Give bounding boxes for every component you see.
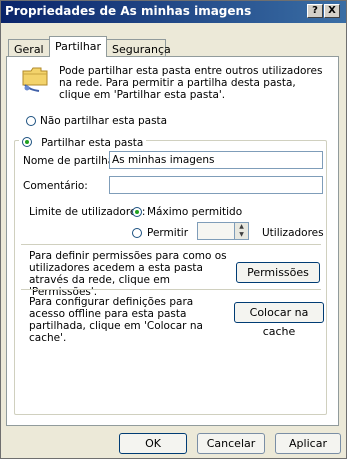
comment-field[interactable] — [109, 176, 323, 194]
window-title: Propriedades de As minhas imagens — [5, 4, 252, 18]
allow-label[interactable]: Permitir — [147, 227, 188, 239]
spin-down-icon[interactable]: ▼ — [235, 231, 248, 239]
spin-up-icon[interactable]: ▲ — [235, 223, 248, 231]
offline-text: Para configurar definições para acesso o… — [29, 296, 203, 344]
close-button[interactable]: X — [324, 4, 340, 18]
max-allowed-radio[interactable] — [132, 207, 142, 217]
cache-button[interactable]: Colocar na cache — [234, 302, 324, 338]
title-bar[interactable]: Propriedades de As minhas imagens ? X — [1, 1, 346, 23]
tab-partilhar[interactable]: Partilhar — [49, 36, 107, 57]
share-radio-wrap: Partilhar esta pasta — [19, 131, 147, 149]
share-radio[interactable] — [22, 137, 32, 147]
max-allowed-label[interactable]: Máximo permitido — [147, 206, 242, 218]
tab-seguranca[interactable]: Segurança — [106, 39, 171, 57]
help-button[interactable]: ? — [307, 4, 323, 18]
apply-button[interactable]: Aplicar — [275, 433, 341, 454]
not-share-radio[interactable] — [26, 116, 36, 126]
share-name-field[interactable]: As minhas imagens — [109, 151, 323, 169]
allow-radio[interactable] — [132, 228, 142, 238]
properties-dialog: Propriedades de As minhas imagens ? X Ge… — [0, 0, 347, 459]
sharing-panel: Pode partilhar esta pasta entre outros u… — [6, 56, 339, 426]
divider — [21, 244, 321, 245]
not-share-label[interactable]: Não partilhar esta pasta — [40, 115, 167, 127]
users-unit-label: Utilizadores — [262, 227, 324, 239]
allow-count-field[interactable] — [197, 222, 235, 240]
permissions-text: Para definir permissões para como os uti… — [29, 250, 227, 298]
ok-button[interactable]: OK — [119, 433, 187, 454]
share-name-label: Nome de partilha: — [23, 155, 118, 167]
shared-folder-icon — [22, 67, 48, 92]
comment-label: Comentário: — [23, 180, 88, 192]
share-label[interactable]: Partilhar esta pasta — [41, 137, 143, 149]
users-spinner[interactable]: ▲ ▼ — [234, 222, 249, 240]
user-limit-label: Limite de utilizadores: — [29, 206, 146, 218]
share-info-text: Pode partilhar esta pasta entre outros u… — [59, 65, 323, 101]
cancel-button[interactable]: Cancelar — [197, 433, 265, 454]
permissions-button[interactable]: Permissões — [236, 262, 320, 283]
divider — [21, 289, 321, 290]
tab-geral[interactable]: Geral — [8, 39, 50, 57]
